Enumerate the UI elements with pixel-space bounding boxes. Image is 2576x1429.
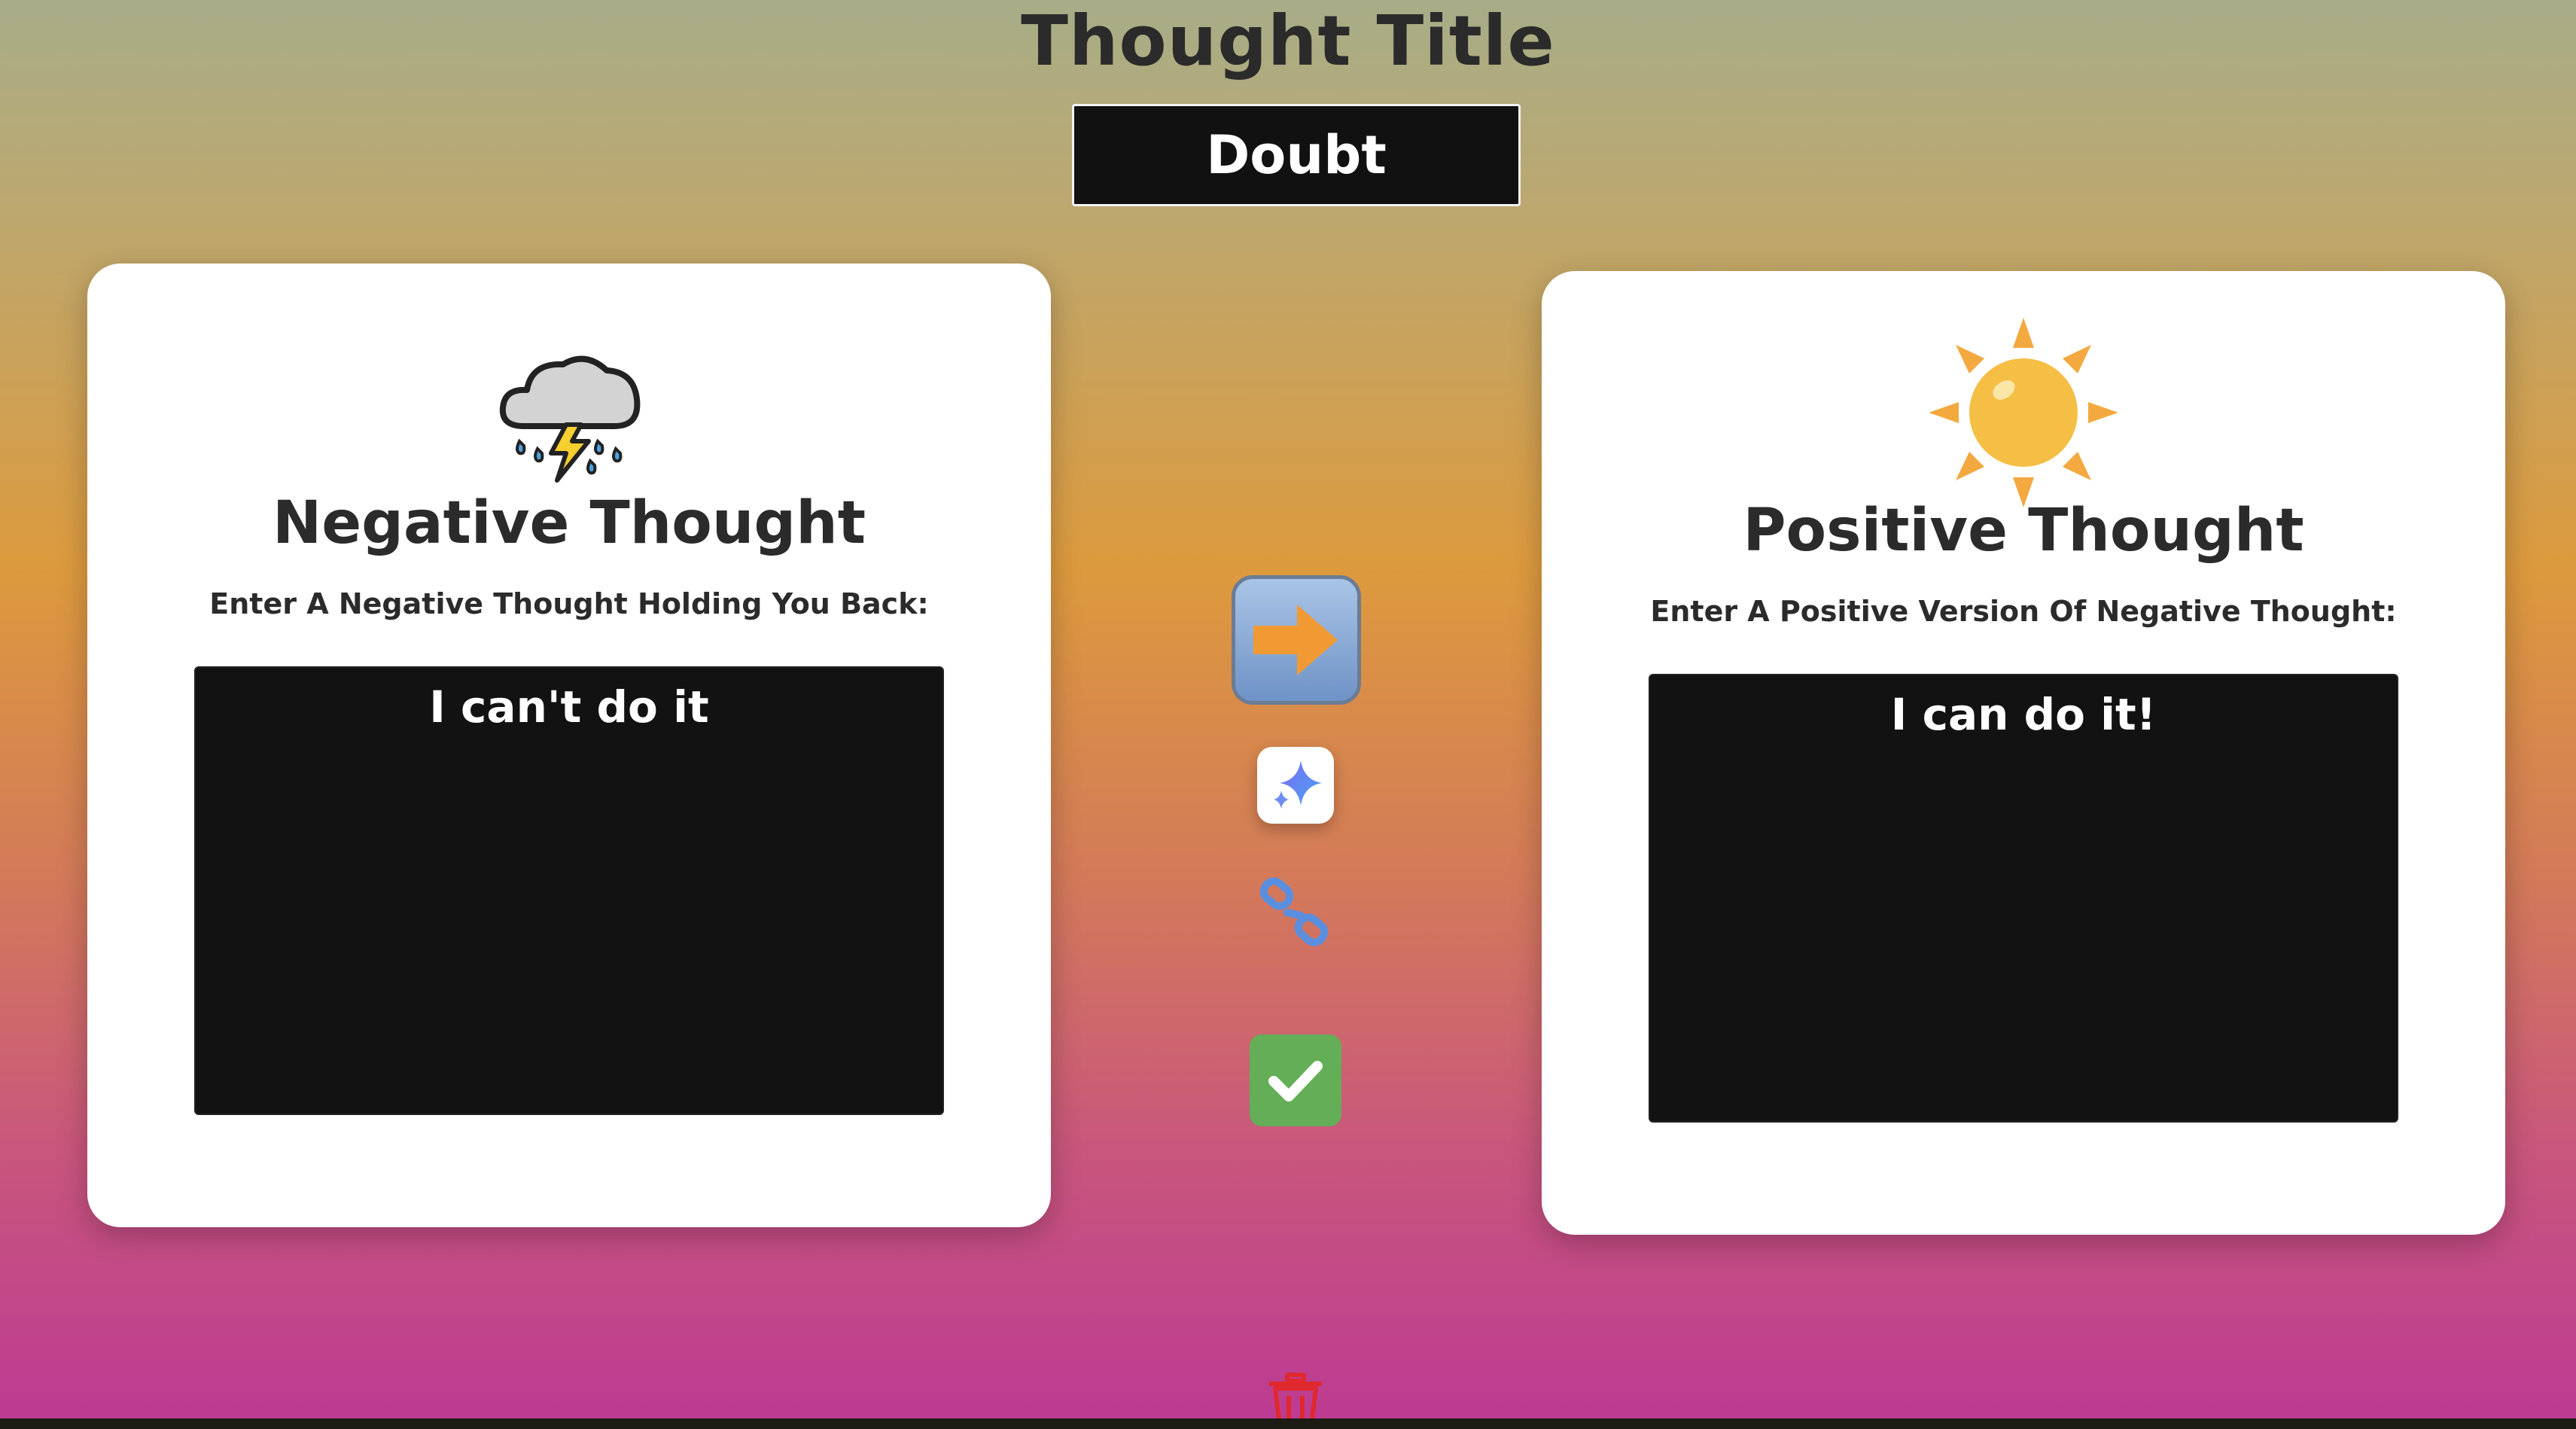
right-arrow-icon <box>1253 605 1338 675</box>
negative-thought-input[interactable]: I can't do it <box>194 666 944 1115</box>
positive-subheading: Enter A Positive Version Of Negative Tho… <box>1650 595 2397 628</box>
sun-icon <box>1542 315 2505 510</box>
storm-cloud-icon <box>87 336 1051 486</box>
page-title: Thought Title <box>1021 1 1555 81</box>
positive-heading: Positive Thought <box>1743 497 2304 565</box>
save-button[interactable] <box>1250 1034 1341 1126</box>
negative-subheading: Enter A Negative Thought Holding You Bac… <box>209 587 929 620</box>
sparkle-icon <box>1274 760 1322 809</box>
convert-button[interactable] <box>1232 575 1361 705</box>
ai-generate-button[interactable] <box>1257 747 1334 824</box>
title-input[interactable] <box>1072 104 1521 206</box>
positive-thought-input[interactable]: I can do it! <box>1649 674 2398 1123</box>
checkmark-icon <box>1268 1061 1323 1101</box>
broken-link-icon <box>1259 877 1329 946</box>
positive-thought-card: Positive Thought Enter A Positive Versio… <box>1542 271 2505 1235</box>
bottom-strip <box>0 1418 2576 1429</box>
negative-heading: Negative Thought <box>272 489 866 557</box>
unlink-button[interactable] <box>1254 876 1337 952</box>
negative-thought-card: Negative Thought Enter A Negative Though… <box>87 264 1051 1227</box>
trash-icon <box>1269 1373 1322 1424</box>
delete-button[interactable] <box>1265 1372 1326 1424</box>
